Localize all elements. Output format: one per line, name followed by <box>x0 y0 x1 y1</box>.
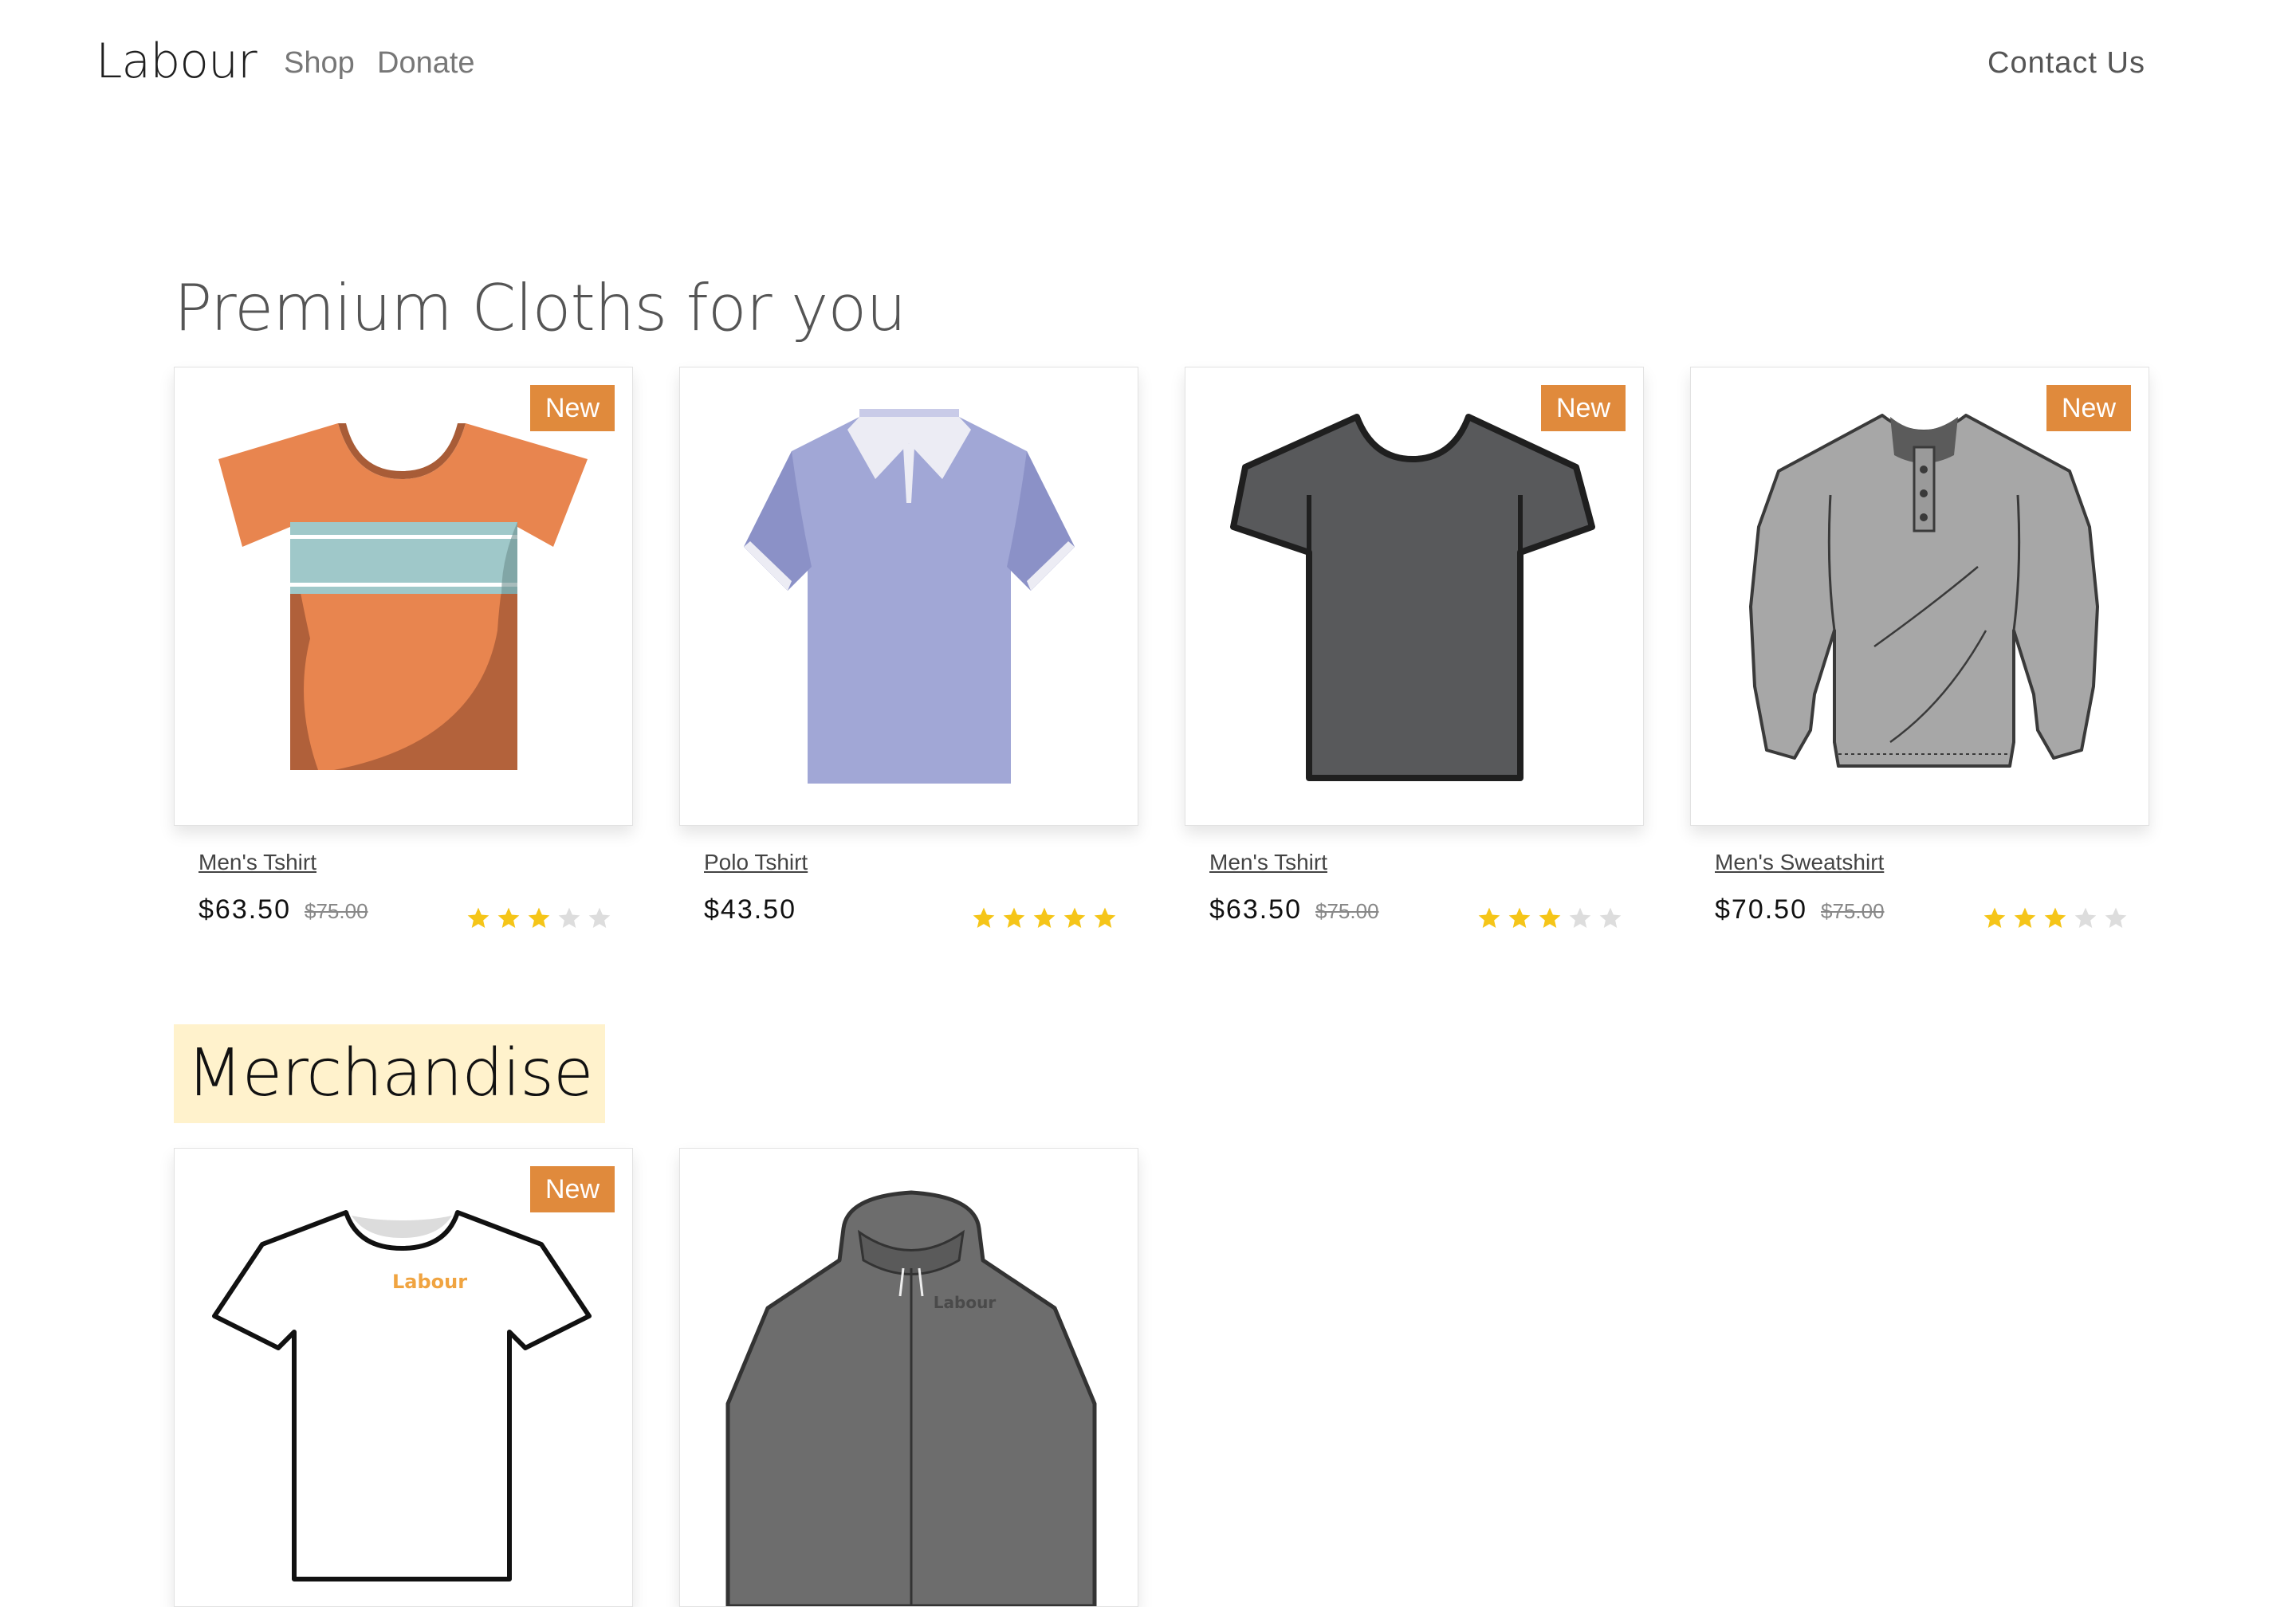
premium-section-title: Premium Cloths for you <box>174 271 906 345</box>
star-icon <box>2074 907 2097 928</box>
product-name-link[interactable]: Polo Tshirt <box>704 850 808 875</box>
star-icon <box>528 907 550 928</box>
star-rating <box>466 906 617 934</box>
star-icon <box>497 907 520 928</box>
product-name-link[interactable]: Men's Tshirt <box>199 850 316 875</box>
star-icon <box>467 907 489 928</box>
new-badge: New <box>2046 385 2131 431</box>
brand-logo[interactable]: Labour <box>96 33 258 89</box>
product-price: $70.50 <box>1715 894 1807 925</box>
star-icon <box>1569 907 1591 928</box>
product-price: $43.50 <box>704 894 796 925</box>
product-card[interactable] <box>679 367 1138 826</box>
merch-print-text: Labour <box>934 1293 997 1312</box>
star-icon <box>558 907 580 928</box>
new-badge: New <box>530 1166 615 1212</box>
star-rating <box>1476 906 1628 934</box>
product-card[interactable]: New <box>1185 367 1644 826</box>
star-icon <box>1508 907 1531 928</box>
star-rating <box>1982 906 2133 934</box>
star-icon <box>1599 907 1622 928</box>
star-icon <box>2044 907 2066 928</box>
dark-gray-tshirt-icon <box>1230 414 1595 781</box>
star-icon <box>1033 907 1056 928</box>
star-icon <box>1003 907 1025 928</box>
star-icon <box>1478 907 1500 928</box>
new-badge: New <box>1541 385 1626 431</box>
star-icon <box>588 907 611 928</box>
star-icon <box>1063 907 1086 928</box>
white-labour-tshirt-icon: Labour <box>212 1210 592 1581</box>
product-old-price: $75.00 <box>305 899 368 923</box>
star-rating <box>971 906 1122 934</box>
star-icon <box>1983 907 2006 928</box>
star-icon <box>1539 907 1561 928</box>
merchandise-section-title: Merchandise <box>174 1024 606 1123</box>
product-price: $63.50 <box>1209 894 1302 925</box>
product-old-price: $75.00 <box>1821 899 1885 923</box>
product-card[interactable]: New <box>1690 367 2149 826</box>
nav-link-contact[interactable]: Contact Us <box>1987 46 2145 81</box>
nav-link-shop[interactable]: Shop <box>284 46 355 81</box>
orange-striped-tshirt-icon <box>218 423 588 770</box>
lavender-polo-shirt-icon <box>744 409 1075 784</box>
merch-card[interactable]: Labour <box>679 1148 1138 1607</box>
product-old-price: $75.00 <box>1315 899 1379 923</box>
nav-link-donate[interactable]: Donate <box>377 46 475 81</box>
product-price: $63.50 <box>199 894 291 925</box>
star-icon <box>2014 907 2036 928</box>
gray-sweatshirt-icon <box>1749 414 2099 768</box>
product-name-link[interactable]: Men's Tshirt <box>1209 850 1327 875</box>
star-icon <box>1094 907 1116 928</box>
star-icon <box>2105 907 2127 928</box>
gray-labour-hoodie-icon: Labour <box>725 1190 1097 1606</box>
star-icon <box>973 907 995 928</box>
merch-card[interactable]: Labour New <box>174 1148 633 1607</box>
product-card[interactable]: New <box>174 367 633 826</box>
merch-print-text: Labour <box>392 1271 467 1293</box>
top-nav: Labour Shop Donate Contact Us <box>0 0 2296 132</box>
new-badge: New <box>530 385 615 431</box>
product-name-link[interactable]: Men's Sweatshirt <box>1715 850 1884 875</box>
